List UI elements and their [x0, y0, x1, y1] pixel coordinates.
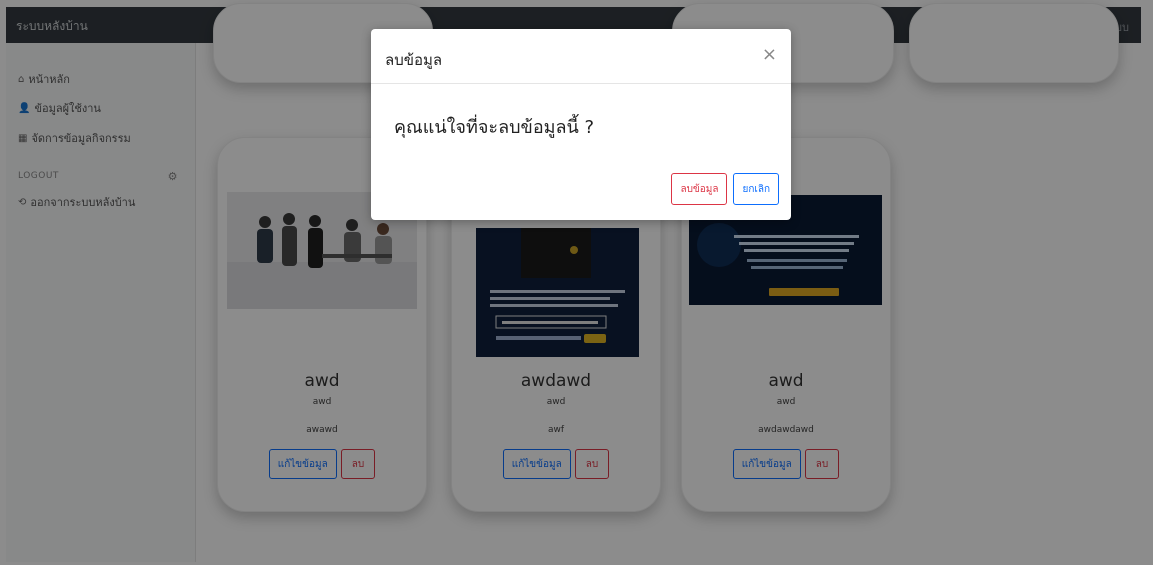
modal-footer: ลบข้อมูล ยกเลิก: [671, 173, 779, 205]
confirm-delete-button[interactable]: ลบข้อมูล: [671, 173, 728, 205]
cancel-button[interactable]: ยกเลิก: [733, 173, 779, 205]
modal-title: ลบข้อมูล: [385, 51, 443, 69]
delete-confirm-modal: ลบข้อมูล × คุณแน่ใจที่จะลบข้อมูลนี้ ? ลบ…: [371, 29, 791, 220]
close-icon[interactable]: ×: [762, 44, 777, 65]
modal-header: ลบข้อมูล ×: [371, 29, 791, 84]
modal-message: คุณแน่ใจที่จะลบข้อมูลนี้ ?: [394, 117, 595, 138]
